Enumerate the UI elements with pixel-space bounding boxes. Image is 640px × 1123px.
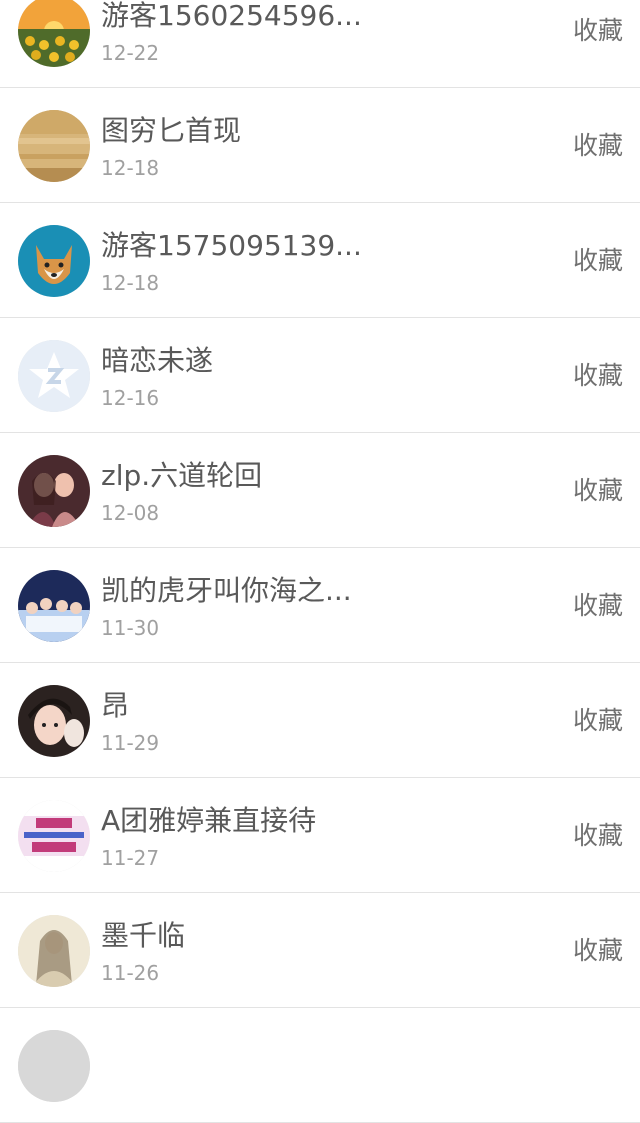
list-item[interactable]: A团雅婷兼直接待 11-27 收藏 xyxy=(0,778,640,893)
list-item[interactable]: 游客1575095139... 12-18 收藏 xyxy=(0,203,640,318)
date-label: 11-26 xyxy=(101,961,160,985)
user-name[interactable]: 图穷匕首现 xyxy=(101,114,241,148)
date-label: 11-29 xyxy=(101,731,160,755)
date-label: 12-22 xyxy=(101,41,160,65)
ancient-style-avatar[interactable] xyxy=(18,915,90,987)
user-name[interactable]: 游客1560254596... xyxy=(101,0,362,33)
user-name[interactable]: 暗恋未遂 xyxy=(101,344,213,378)
favorite-button[interactable]: 收藏 xyxy=(573,359,623,393)
shiba-dog-avatar[interactable] xyxy=(18,225,90,297)
comment-list: 游客1560254596... 12-22 收藏 图穷匕首现 12-18 收藏 xyxy=(0,0,640,1123)
list-item[interactable]: 图穷匕首现 12-18 收藏 xyxy=(0,88,640,203)
user-name[interactable]: A团雅婷兼直接待 xyxy=(101,804,316,838)
list-item[interactable]: zlp.六道轮回 12-08 收藏 xyxy=(0,433,640,548)
user-name[interactable]: 墨千临 xyxy=(101,919,185,953)
favorite-button[interactable]: 收藏 xyxy=(573,474,623,508)
qq-default-avatar[interactable] xyxy=(18,340,90,412)
favorite-button[interactable]: 收藏 xyxy=(573,129,623,163)
group-photo-avatar[interactable] xyxy=(18,570,90,642)
partial-avatar[interactable] xyxy=(18,1030,90,1102)
sunflower-field-avatar[interactable] xyxy=(18,0,90,67)
favorite-button[interactable]: 收藏 xyxy=(573,14,623,48)
favorite-button[interactable]: 收藏 xyxy=(573,819,623,853)
favorite-button[interactable]: 收藏 xyxy=(573,934,623,968)
user-name[interactable]: zlp.六道轮回 xyxy=(101,459,262,493)
list-item[interactable] xyxy=(0,1008,640,1123)
date-label: 11-27 xyxy=(101,846,160,870)
date-label: 12-08 xyxy=(101,501,160,525)
list-item[interactable]: 暗恋未遂 12-16 收藏 xyxy=(0,318,640,433)
list-item[interactable]: 凯的虎牙叫你海之... 11-30 收藏 xyxy=(0,548,640,663)
date-label: 12-16 xyxy=(101,386,160,410)
two-girls-avatar[interactable] xyxy=(18,455,90,527)
sand-avatar[interactable] xyxy=(18,110,90,182)
recruitment-ad-avatar[interactable] xyxy=(18,800,90,872)
list-item[interactable]: 昂 11-29 收藏 xyxy=(0,663,640,778)
date-label: 12-18 xyxy=(101,271,160,295)
girl-portrait-avatar[interactable] xyxy=(18,685,90,757)
favorite-button[interactable]: 收藏 xyxy=(573,244,623,278)
list-item[interactable]: 墨千临 11-26 收藏 xyxy=(0,893,640,1008)
user-name[interactable]: 凯的虎牙叫你海之... xyxy=(101,574,352,608)
favorite-button[interactable]: 收藏 xyxy=(573,589,623,623)
date-label: 12-18 xyxy=(101,156,160,180)
user-name[interactable]: 昂 xyxy=(101,689,129,723)
favorite-button[interactable]: 收藏 xyxy=(573,704,623,738)
date-label: 11-30 xyxy=(101,616,160,640)
list-item[interactable]: 游客1560254596... 12-22 收藏 xyxy=(0,0,640,88)
user-name[interactable]: 游客1575095139... xyxy=(101,229,362,263)
